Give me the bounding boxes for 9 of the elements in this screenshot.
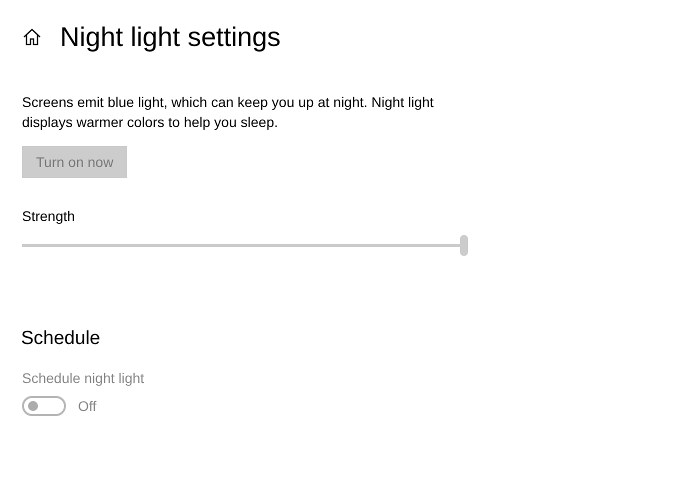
description-text: Screens emit blue light, which can keep you up at night. Night light displays warmer colors to help you sleep. xyxy=(22,93,435,132)
strength-label: Strength xyxy=(22,208,76,224)
schedule-label: Schedule night light xyxy=(22,370,146,386)
page-title: Night light settings xyxy=(60,22,281,52)
home-icon[interactable] xyxy=(22,27,42,47)
strength-slider[interactable] xyxy=(22,234,468,256)
section-heading: Schedule xyxy=(21,328,102,350)
toggle-state-text: Off xyxy=(78,398,96,414)
slider-thumb[interactable] xyxy=(460,234,468,256)
